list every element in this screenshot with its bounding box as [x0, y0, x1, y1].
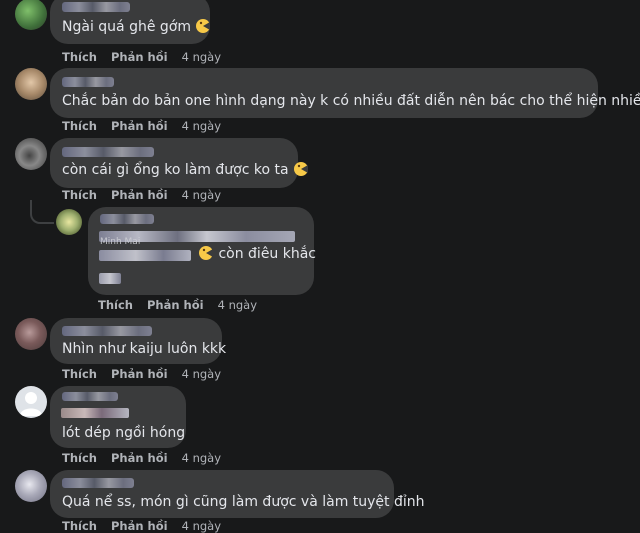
commenter-name[interactable] — [62, 147, 154, 157]
commenter-name[interactable] — [62, 478, 134, 488]
comment-bubble: Minh Mai còn điêu khắc — [88, 207, 317, 295]
commenter-name[interactable] — [62, 392, 118, 401]
avatar[interactable] — [56, 209, 82, 235]
avatar[interactable] — [15, 68, 47, 100]
reply-thread-line — [30, 200, 54, 224]
like-button[interactable]: Thích — [62, 367, 97, 381]
timestamp[interactable]: 4 ngày — [182, 50, 221, 64]
partial-name: Minh Mai — [100, 237, 141, 247]
commenter-name[interactable] — [62, 326, 152, 336]
reply-button[interactable]: Phản hồi — [111, 367, 168, 381]
laughing-emoji-icon — [195, 18, 211, 39]
reply-button[interactable]: Phản hồi — [111, 119, 168, 133]
reply-button[interactable]: Phản hồi — [147, 298, 204, 312]
timestamp[interactable]: 4 ngày — [218, 298, 257, 312]
comment-text: Quá nể ss, món gì cũng làm được và làm t… — [62, 494, 425, 510]
blurred-mention — [99, 250, 191, 261]
comment-text: Ngài quá ghê gớm — [62, 19, 191, 35]
comment-text: Chắc bản do bản one hình dạng này k có n… — [62, 93, 640, 109]
default-avatar-icon — [20, 392, 42, 416]
avatar[interactable] — [15, 470, 47, 502]
comment-bubble: Ngài quá ghê gớm — [50, 0, 211, 44]
comment-text: còn điêu khắc — [218, 246, 317, 262]
comment-bubble: Chắc bản do bản one hình dạng này k có n… — [50, 68, 640, 118]
comment-text: Nhìn như kaiju luôn kkk — [62, 341, 227, 357]
comment-text: còn cái gì ổng ko làm được ko ta — [62, 162, 289, 178]
reply-button[interactable]: Phản hồi — [111, 50, 168, 64]
comment-bubble: lót dép ngồi hóng — [50, 386, 186, 448]
comment-bubble: Quá nể ss, món gì cũng làm được và làm t… — [50, 470, 425, 518]
blurred-text — [61, 408, 129, 418]
commenter-name[interactable] — [100, 214, 154, 224]
reply-button[interactable]: Phản hồi — [111, 188, 168, 202]
timestamp[interactable]: 4 ngày — [182, 451, 221, 465]
laughing-emoji-icon — [293, 161, 309, 182]
comment-text: lót dép ngồi hóng — [62, 425, 186, 441]
timestamp[interactable]: 4 ngày — [182, 367, 221, 381]
like-button[interactable]: Thích — [62, 50, 97, 64]
commenter-name[interactable] — [62, 77, 114, 87]
commenter-name[interactable] — [62, 2, 130, 12]
laughing-emoji-icon — [198, 245, 214, 266]
comment-bubble: Nhìn như kaiju luôn kkk — [50, 318, 226, 364]
timestamp[interactable]: 4 ngày — [182, 188, 221, 202]
avatar[interactable] — [15, 0, 47, 30]
like-button[interactable]: Thích — [62, 119, 97, 133]
like-button[interactable]: Thích — [62, 188, 97, 202]
reply-button[interactable]: Phản hồi — [111, 451, 168, 465]
avatar[interactable] — [15, 138, 47, 170]
comment-bubble: còn cái gì ổng ko làm được ko ta — [50, 138, 309, 188]
avatar[interactable] — [15, 386, 47, 418]
avatar[interactable] — [15, 318, 47, 350]
timestamp[interactable]: 4 ngày — [182, 119, 221, 133]
like-button[interactable]: Thích — [98, 298, 133, 312]
like-button[interactable]: Thích — [62, 451, 97, 465]
blurred-text — [99, 273, 121, 284]
